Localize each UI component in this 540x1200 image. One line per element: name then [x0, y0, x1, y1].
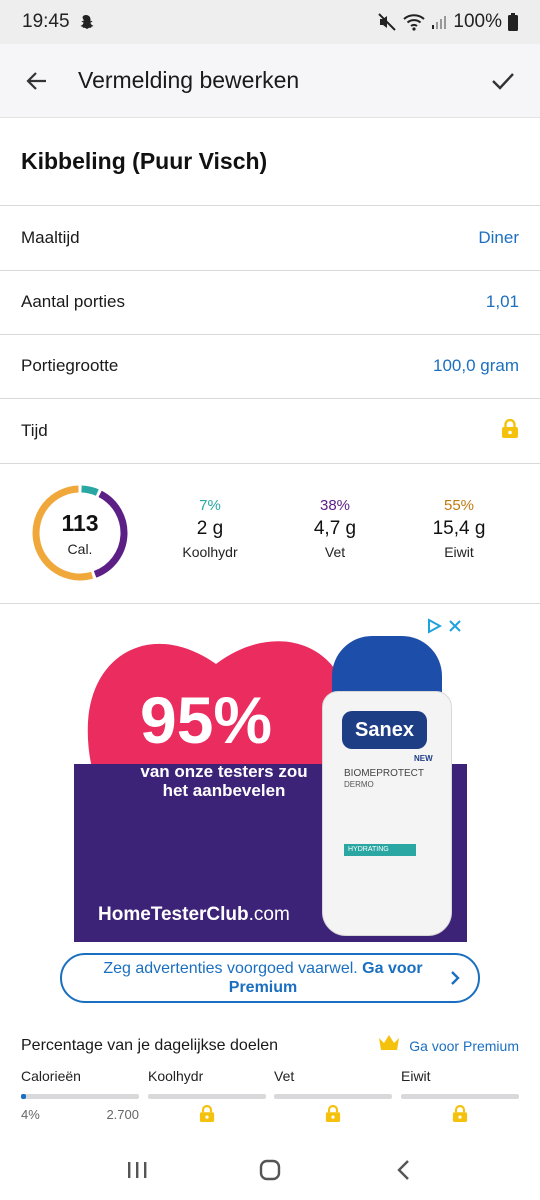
serving-size-label: Portiegrootte	[21, 356, 119, 375]
calorie-center: 113 Cal.	[30, 483, 130, 583]
goal-fat: Vet	[274, 1068, 392, 1123]
macro-carbs: 7% 2 g Koolhydr	[155, 497, 265, 560]
serving-size-value: 100,0 gram	[433, 356, 519, 375]
ad-brand-name: HomeTesterClub	[98, 904, 249, 925]
nutrition-summary: 113 Cal. 7% 2 g Koolhydr 38% 4,7 g Vet 5…	[0, 464, 540, 604]
signal-icon	[431, 14, 447, 30]
daily-goals-title: Percentage van je dagelijkse doelen	[21, 1036, 279, 1054]
ad-subline: van onze testers zou het aanbevelen	[140, 762, 308, 800]
back-arrow-icon[interactable]	[20, 64, 54, 98]
battery-label: 100%	[453, 11, 502, 32]
lock-icon	[501, 418, 519, 444]
macro-fat-name: Vet	[324, 544, 346, 560]
calorie-unit: Cal.	[67, 540, 93, 557]
goal-fat-bar	[274, 1094, 392, 1099]
product-logo: Sanex	[342, 711, 427, 749]
back-nav-icon[interactable]	[383, 1150, 423, 1190]
time-row[interactable]: Tijd	[0, 399, 540, 464]
meal-label: Maaltijd	[21, 228, 80, 247]
macro-fat: 38% 4,7 g Vet	[280, 497, 390, 560]
goal-calories-meta: 4% 2.700	[21, 1107, 139, 1122]
remove-ads-button[interactable]: Zeg advertenties voorgoed vaarwel. Ga vo…	[60, 953, 480, 1003]
goal-carbs-name: Koolhydr	[148, 1068, 204, 1084]
confirm-check-icon[interactable]	[486, 64, 520, 98]
status-right: 100%	[377, 11, 518, 33]
macro-fat-pct: 38%	[319, 497, 351, 514]
status-bar: 19:45 100%	[0, 0, 540, 44]
serving-size-row[interactable]: Portiegrootte 100,0 gram	[0, 334, 540, 399]
product-new: NEW	[414, 754, 433, 763]
ad-choices-icon[interactable]	[426, 618, 442, 634]
crown-icon	[378, 1034, 400, 1057]
product-line-dermo: DERMO	[344, 780, 374, 789]
wifi-icon	[403, 13, 426, 31]
macro-protein-pct: 55%	[443, 497, 475, 514]
lock-icon	[148, 1105, 266, 1123]
servings-label: Aantal porties	[21, 292, 125, 311]
goal-carbs: Koolhydr	[148, 1068, 266, 1123]
remove-ads-message: Zeg advertenties voorgoed vaarwel.	[103, 960, 358, 977]
ad-close-icon[interactable]	[448, 619, 462, 633]
recent-apps-icon[interactable]	[117, 1150, 157, 1190]
app-bar: Vermelding bewerken	[0, 44, 540, 118]
mute-icon	[377, 12, 397, 32]
system-nav-bar	[0, 1140, 540, 1200]
product-bottle: Sanex NEW BIOMEPROTECT DERMO HYDRATING	[322, 636, 452, 936]
macro-carbs-amount: 2 g	[196, 518, 224, 539]
goal-calories-bar	[21, 1094, 139, 1099]
product-line-biome: BIOMEPROTECT	[344, 768, 425, 779]
goal-protein: Eiwit	[401, 1068, 519, 1123]
goal-protein-name: Eiwit	[401, 1068, 431, 1084]
battery-icon	[508, 13, 518, 31]
food-name: Kibbeling (Puur Visch)	[0, 118, 540, 206]
page-title: Vermelding bewerken	[78, 67, 300, 93]
goal-calories-name: Calorieën	[21, 1068, 81, 1084]
ad-choices[interactable]	[426, 616, 464, 636]
goal-calories: Calorieën 4% 2.700	[21, 1068, 139, 1122]
home-icon[interactable]	[250, 1150, 290, 1190]
macro-carbs-pct: 7%	[199, 497, 221, 514]
macro-protein-name: Eiwit	[444, 544, 474, 560]
goal-carbs-bar	[148, 1094, 266, 1099]
premium-link[interactable]: Ga voor Premium	[409, 1038, 519, 1054]
calorie-value: 113	[61, 509, 99, 536]
ad-brand-suffix: .com	[248, 904, 290, 925]
lock-icon	[401, 1105, 519, 1123]
servings-value: 1,01	[485, 292, 519, 311]
snapchat-icon	[78, 14, 94, 30]
ad-brand: HomeTesterClub.com	[98, 904, 290, 926]
remove-ads-text: Zeg advertenties voorgoed vaarwel. Ga vo…	[82, 959, 444, 997]
goal-calories-percent: 4%	[21, 1107, 40, 1122]
servings-row[interactable]: Aantal porties 1,01	[0, 270, 540, 335]
advertisement[interactable]: 95% van onze testers zou het aanbevelen …	[74, 612, 467, 942]
chevron-right-icon	[450, 970, 460, 991]
daily-goals-header: Percentage van je dagelijkse doelen Ga v…	[21, 1034, 519, 1057]
time-label: Tijd	[21, 421, 48, 440]
macro-carbs-name: Koolhydr	[182, 544, 238, 560]
macro-fat-amount: 4,7 g	[313, 518, 357, 539]
goal-calories-target: 2.700	[106, 1107, 139, 1122]
meal-row[interactable]: Maaltijd Diner	[0, 206, 540, 271]
goal-fat-name: Vet	[274, 1068, 295, 1084]
ad-headline: 95%	[140, 683, 273, 757]
macro-protein: 55% 15,4 g Eiwit	[404, 497, 514, 560]
lock-icon	[274, 1105, 392, 1123]
meal-value: Diner	[478, 228, 519, 247]
product-hydrating: HYDRATING	[344, 844, 416, 856]
status-time: 19:45	[22, 11, 70, 32]
goal-protein-bar	[401, 1094, 519, 1099]
macro-protein-amount: 15,4 g	[432, 518, 486, 539]
goal-calories-fill	[21, 1094, 26, 1099]
